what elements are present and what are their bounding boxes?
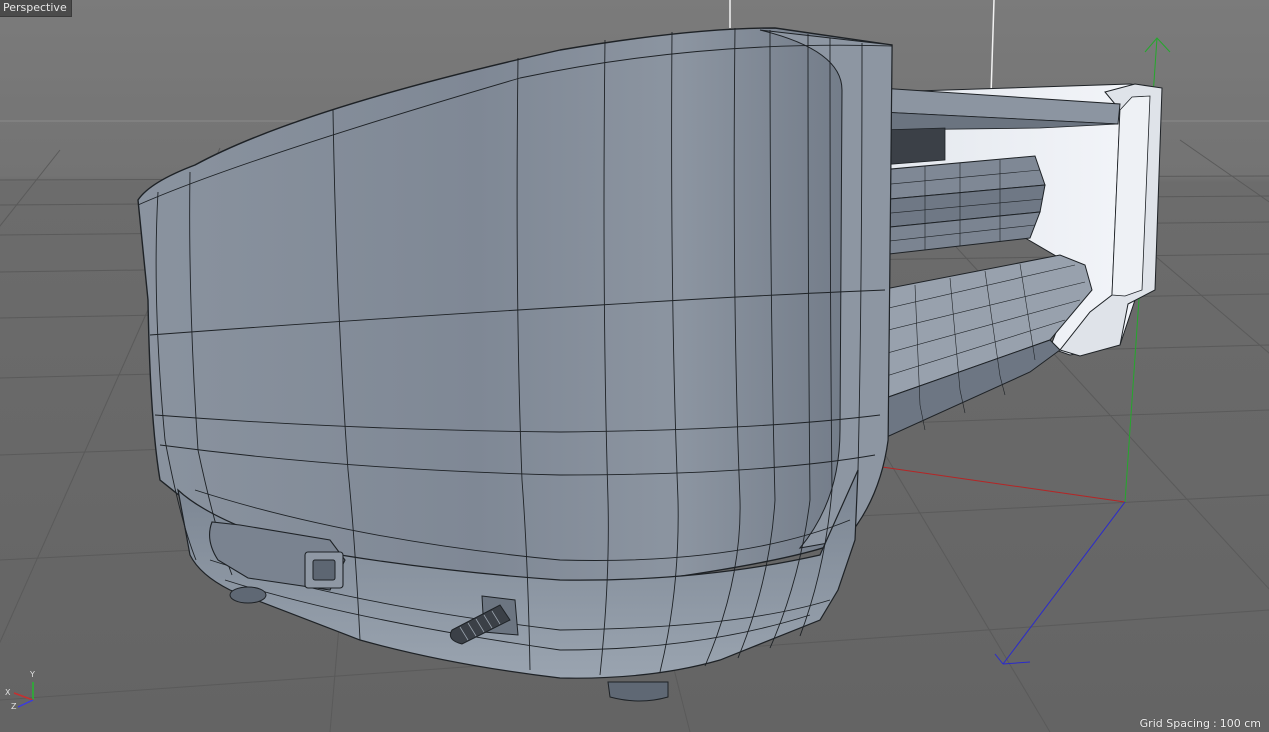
grid-spacing-value: 100 cm (1219, 717, 1261, 730)
3d-viewport[interactable]: Perspective Y X Z Grid Spacing:100 cm (0, 0, 1269, 732)
foot-left (229, 586, 267, 604)
axis-gizmo-x-label: X (5, 688, 11, 697)
axis-gizmo-z-label: Z (11, 702, 17, 711)
axis-gizmo-y-label: Y (30, 670, 35, 679)
viewport-view-label[interactable]: Perspective (0, 0, 72, 17)
foot-front (607, 681, 669, 702)
grid-spacing-label: Grid Spacing (1139, 717, 1211, 730)
grid-spacing-readout: Grid Spacing:100 cm (1139, 717, 1261, 730)
viewport-canvas[interactable] (0, 0, 1269, 732)
